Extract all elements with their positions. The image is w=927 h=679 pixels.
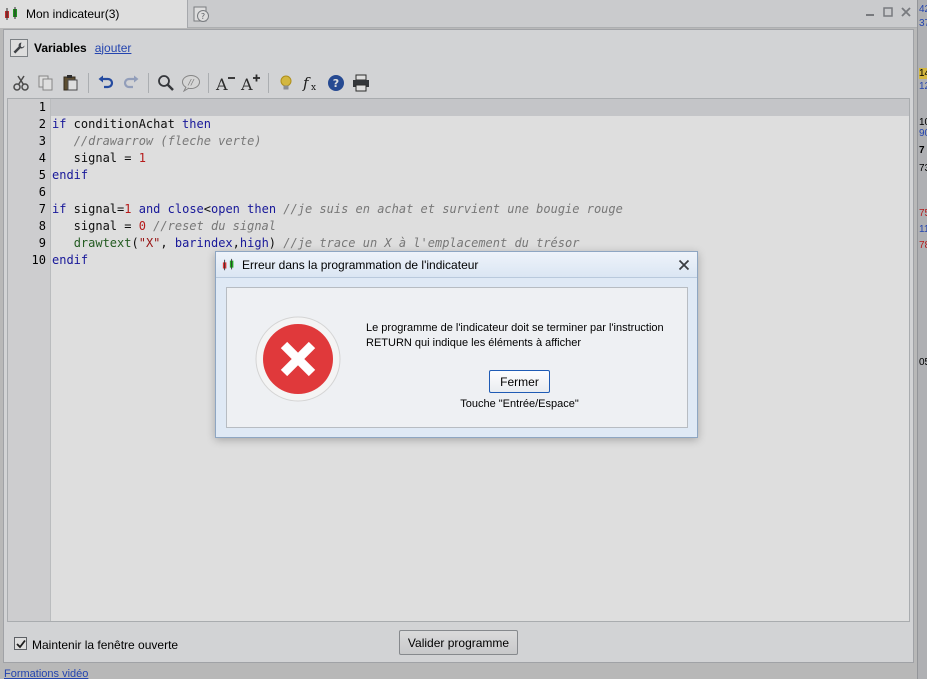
close-dialog-button[interactable]: Fermer: [489, 370, 550, 393]
keyboard-hint: Touche "Entrée/Espace": [460, 398, 579, 410]
dialog-body: Le programme de l'indicateur doit se ter…: [226, 287, 688, 428]
dialog-title: Erreur dans la programmation de l'indica…: [242, 257, 479, 272]
error-message: Le programme de l'indicateur doit se ter…: [366, 322, 664, 349]
dialog-close-button[interactable]: [675, 256, 692, 273]
close-icon: [678, 259, 689, 270]
error-icon: [255, 316, 341, 402]
dialog-title-bar: Erreur dans la programmation de l'indica…: [216, 252, 697, 278]
error-dialog: Erreur dans la programmation de l'indica…: [215, 251, 698, 438]
app-indicator-icon: [222, 258, 234, 270]
